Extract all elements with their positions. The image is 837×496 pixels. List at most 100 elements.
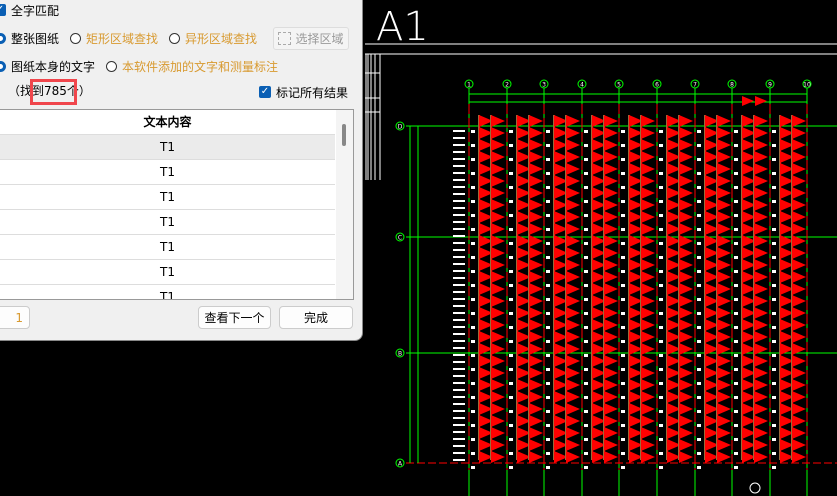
cad-text bbox=[471, 256, 475, 259]
search-result-marker bbox=[566, 415, 580, 427]
cad-text bbox=[546, 452, 550, 455]
scope-rect-label: 矩形区域查找 bbox=[86, 31, 159, 46]
cad-text bbox=[584, 466, 588, 469]
cad-text bbox=[453, 214, 465, 216]
search-result-marker bbox=[641, 163, 655, 175]
done-button[interactable]: 完成 bbox=[279, 306, 353, 329]
table-row[interactable]: T1 bbox=[0, 235, 335, 260]
search-result-marker bbox=[604, 439, 618, 451]
search-result-marker bbox=[641, 247, 655, 259]
search-result-marker bbox=[792, 223, 806, 235]
select-area-button[interactable]: 选择区域 bbox=[273, 27, 349, 50]
search-result-marker bbox=[604, 379, 618, 391]
table-row[interactable]: T1 bbox=[0, 185, 335, 210]
axis-label: 6 bbox=[655, 82, 659, 89]
source-added-radio[interactable]: 本软件添加的文字和测量标注 bbox=[106, 58, 278, 75]
cad-text bbox=[772, 396, 776, 399]
checkbox-checked-icon: ✓ bbox=[259, 86, 271, 98]
search-result-marker bbox=[754, 115, 768, 127]
search-result-marker bbox=[792, 307, 806, 319]
cad-text bbox=[471, 270, 475, 273]
search-result-marker bbox=[641, 115, 655, 127]
search-result-marker bbox=[491, 151, 505, 163]
cad-text bbox=[659, 410, 663, 413]
cad-text bbox=[471, 326, 475, 329]
source-drawing-radio[interactable]: 图纸本身的文字 bbox=[0, 58, 95, 75]
cad-text bbox=[509, 130, 513, 133]
cad-text bbox=[509, 466, 513, 469]
search-result-marker bbox=[792, 295, 806, 307]
search-result-marker bbox=[641, 283, 655, 295]
cad-text bbox=[453, 221, 465, 223]
cad-text bbox=[546, 312, 550, 315]
vertical-scrollbar[interactable] bbox=[336, 110, 353, 299]
cad-text bbox=[471, 158, 475, 161]
search-result-marker bbox=[717, 283, 731, 295]
cad-text bbox=[621, 298, 625, 301]
search-result-marker bbox=[792, 139, 806, 151]
cad-text bbox=[471, 186, 475, 189]
cad-text bbox=[697, 424, 701, 427]
scrollbar-thumb[interactable] bbox=[342, 124, 346, 146]
scope-irregular-radio[interactable]: 异形区域查找 bbox=[169, 30, 257, 47]
previous-button[interactable]: 1 bbox=[0, 306, 30, 329]
cad-text bbox=[772, 284, 776, 287]
search-result-marker bbox=[491, 259, 505, 271]
search-result-marker bbox=[754, 451, 768, 463]
scope-whole-radio[interactable]: 整张图纸 bbox=[0, 30, 59, 47]
search-result-marker bbox=[604, 427, 618, 439]
scope-irregular-label: 异形区域查找 bbox=[185, 31, 258, 46]
cad-text bbox=[659, 186, 663, 189]
search-result-marker bbox=[679, 427, 693, 439]
cad-text bbox=[584, 382, 588, 385]
search-result-marker bbox=[491, 331, 505, 343]
whole-word-checkbox[interactable]: ✓ 全字匹配 bbox=[0, 0, 59, 20]
cad-text bbox=[584, 368, 588, 371]
cad-text bbox=[772, 326, 776, 329]
cad-text bbox=[734, 354, 738, 357]
cad-text bbox=[546, 410, 550, 413]
search-result-marker bbox=[792, 271, 806, 283]
search-result-marker bbox=[641, 403, 655, 415]
search-result-marker bbox=[717, 199, 731, 211]
search-result-marker bbox=[566, 307, 580, 319]
cad-text bbox=[509, 452, 513, 455]
search-result-marker bbox=[641, 211, 655, 223]
cad-text bbox=[772, 256, 776, 259]
table-row[interactable]: T1 bbox=[0, 210, 335, 235]
search-result-marker bbox=[604, 271, 618, 283]
next-button[interactable]: 查看下一个 bbox=[198, 306, 271, 329]
search-result-marker bbox=[679, 259, 693, 271]
mark-all-checkbox[interactable]: ✓ 标记所有结果 bbox=[259, 82, 348, 102]
search-result-marker bbox=[604, 331, 618, 343]
cad-text bbox=[621, 340, 625, 343]
cad-text bbox=[584, 200, 588, 203]
scope-rect-radio[interactable]: 矩形区域查找 bbox=[70, 30, 158, 47]
cad-text bbox=[734, 424, 738, 427]
cad-text bbox=[453, 410, 465, 412]
search-result-marker bbox=[717, 451, 731, 463]
search-result-marker bbox=[679, 331, 693, 343]
search-result-marker bbox=[679, 247, 693, 259]
table-row[interactable]: T1 bbox=[0, 260, 335, 285]
axis-label: 10 bbox=[803, 82, 811, 89]
table-row[interactable]: T1 bbox=[0, 135, 335, 160]
cad-text bbox=[621, 326, 625, 329]
cad-text bbox=[453, 235, 465, 237]
search-result-marker bbox=[717, 139, 731, 151]
search-result-marker bbox=[641, 127, 655, 139]
table-row[interactable]: T1 bbox=[0, 160, 335, 185]
cad-text bbox=[546, 270, 550, 273]
search-result-marker bbox=[604, 127, 618, 139]
search-result-marker bbox=[717, 187, 731, 199]
table-row[interactable]: T1 bbox=[0, 285, 335, 299]
column-header-text-content[interactable]: 文本内容 bbox=[0, 110, 335, 135]
search-result-marker bbox=[604, 115, 618, 127]
search-result-marker bbox=[566, 367, 580, 379]
cad-text bbox=[621, 382, 625, 385]
search-result-marker bbox=[679, 127, 693, 139]
search-result-marker bbox=[566, 247, 580, 259]
search-result-marker bbox=[679, 187, 693, 199]
cad-text bbox=[453, 361, 465, 363]
axis-label: B bbox=[398, 351, 402, 358]
